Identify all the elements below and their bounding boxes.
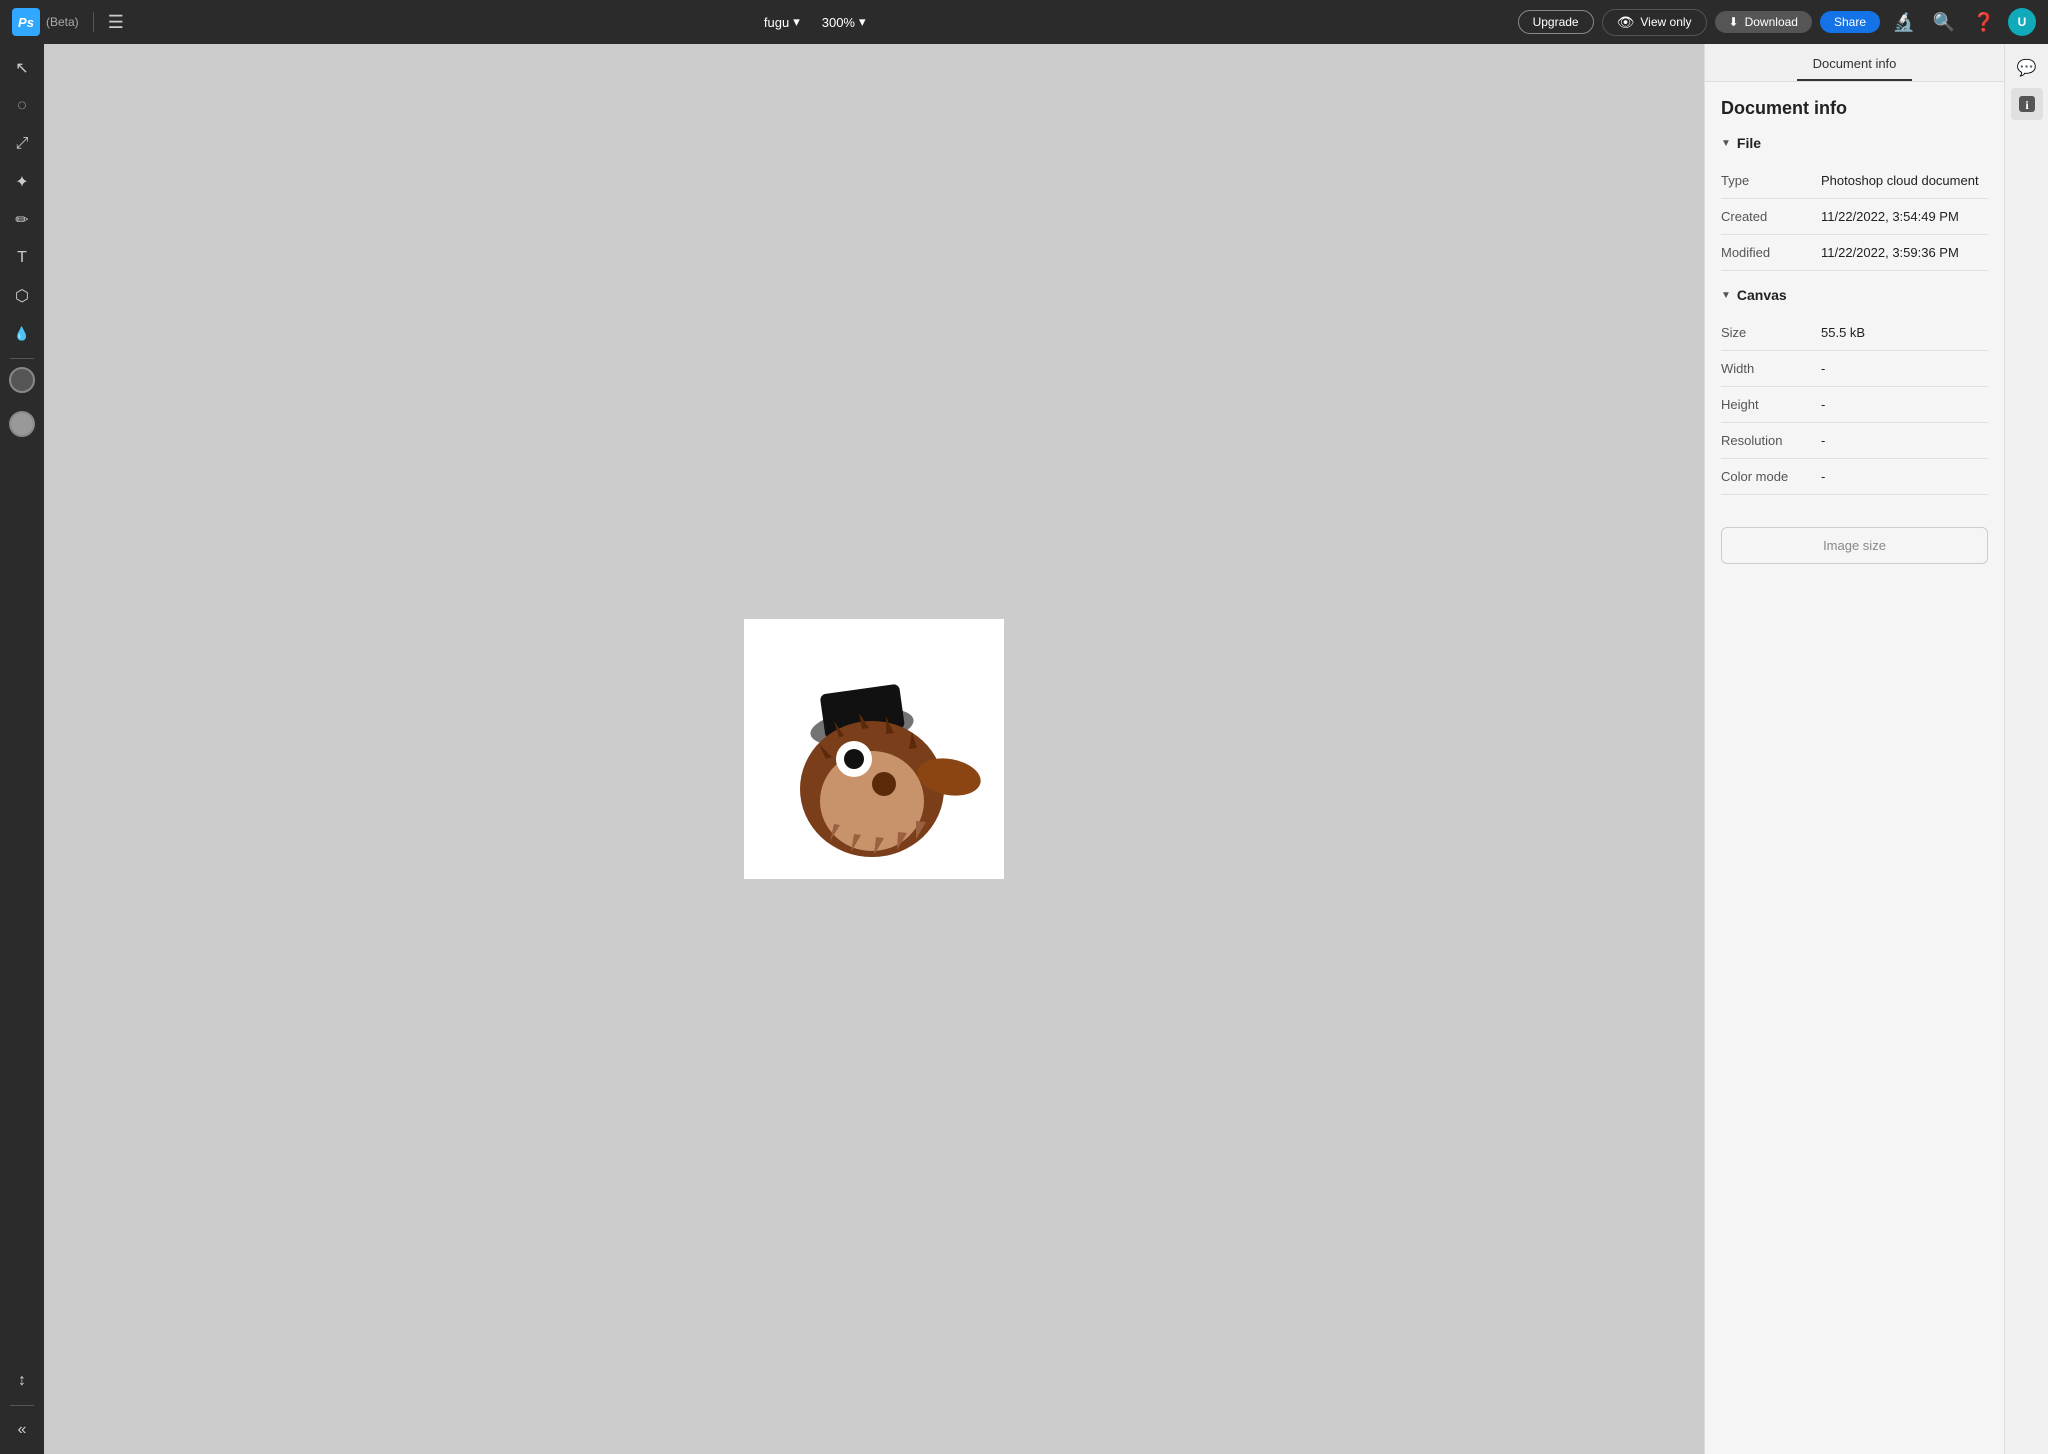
beta-label: (Beta) — [46, 15, 79, 29]
created-value: 11/22/2022, 3:54:49 PM — [1821, 209, 1988, 224]
info-panel-button[interactable]: i — [2011, 88, 2043, 120]
far-right-panel: 💬 i — [2004, 44, 2048, 1454]
color-mode-row: Color mode - — [1721, 459, 1988, 495]
canvas-section-header[interactable]: ▼ Canvas — [1721, 287, 1988, 303]
panel-content: Document info ▼ File Type Photoshop clou… — [1705, 82, 2004, 1454]
size-label: Size — [1721, 325, 1821, 340]
modified-row: Modified 11/22/2022, 3:59:36 PM — [1721, 235, 1988, 271]
fugu-artwork — [754, 629, 994, 869]
lasso-tool-button[interactable]: ◌ — [6, 90, 38, 122]
created-row: Created 11/22/2022, 3:54:49 PM — [1721, 199, 1988, 235]
foreground-color-swatch[interactable] — [9, 367, 35, 393]
type-label: Type — [1721, 173, 1821, 188]
download-icon: ⬇ — [1729, 15, 1739, 29]
size-row: Size 55.5 kB — [1721, 315, 1988, 351]
resolution-row: Resolution - — [1721, 423, 1988, 459]
notifications-button[interactable]: 🔬 — [1888, 6, 1920, 38]
width-value: - — [1821, 361, 1988, 376]
color-mode-label: Color mode — [1721, 469, 1821, 484]
zoom-level-button[interactable]: 300% — [822, 14, 866, 30]
width-row: Width - — [1721, 351, 1988, 387]
help-button[interactable]: ❓ — [1968, 6, 2000, 38]
panel-tabs: Document info — [1705, 44, 2004, 82]
resolution-value: - — [1821, 433, 1988, 448]
panel-title: Document info — [1721, 98, 1988, 119]
file-section-label: File — [1737, 135, 1761, 151]
header-divider-1 — [93, 12, 94, 32]
zoom-level-text: 300% — [822, 15, 855, 30]
heal-tool-button[interactable]: ✦ — [6, 166, 38, 198]
file-name-text: fugu — [764, 15, 789, 30]
download-label: Download — [1745, 15, 1798, 29]
size-value: 55.5 kB — [1821, 325, 1988, 340]
panel-tab-docinfo[interactable]: Document info — [1797, 48, 1913, 81]
header: Ps (Beta) ☰ fugu 300% Upgrade View only … — [0, 0, 2048, 44]
type-row: Type Photoshop cloud document — [1721, 163, 1988, 199]
resolution-label: Resolution — [1721, 433, 1821, 448]
height-row: Height - — [1721, 387, 1988, 423]
download-button[interactable]: ⬇ Download — [1715, 11, 1812, 33]
toolbar-separator-2 — [10, 1405, 34, 1406]
scroll-tool-button[interactable]: ↕ — [6, 1365, 38, 1397]
modified-label: Modified — [1721, 245, 1821, 260]
info-icon: i — [2018, 95, 2036, 113]
ps-logo-icon: Ps — [12, 8, 40, 36]
canvas-section-label: Canvas — [1737, 287, 1787, 303]
collapse-toolbar-button[interactable]: « — [6, 1414, 38, 1446]
canvas-area[interactable] — [44, 44, 1704, 1454]
shape-tool-button[interactable]: ⬡ — [6, 280, 38, 312]
header-right-controls: Upgrade View only ⬇ Download Share 🔬 🔍 ❓… — [1518, 6, 2036, 38]
main-area: ↖ ◌ ⤢ ✦ ✏ T ⬡ 💧 ↕ « — [0, 44, 2048, 1454]
view-only-label: View only — [1640, 15, 1691, 29]
created-label: Created — [1721, 209, 1821, 224]
height-label: Height — [1721, 397, 1821, 412]
type-value: Photoshop cloud document — [1821, 173, 1988, 188]
left-toolbar: ↖ ◌ ⤢ ✦ ✏ T ⬡ 💧 ↕ « — [0, 44, 44, 1454]
type-tool-button[interactable]: T — [6, 242, 38, 274]
file-section-header[interactable]: ▼ File — [1721, 135, 1988, 151]
share-button[interactable]: Share — [1820, 11, 1880, 33]
file-section-chevron-icon: ▼ — [1721, 138, 1731, 149]
view-only-button[interactable]: View only — [1602, 9, 1707, 36]
file-section: ▼ File Type Photoshop cloud document Cre… — [1721, 135, 1988, 271]
canvas-section-chevron-icon: ▼ — [1721, 290, 1731, 301]
toolbar-separator — [10, 358, 34, 359]
color-mode-value: - — [1821, 469, 1988, 484]
brush-tool-button[interactable]: ✏ — [6, 204, 38, 236]
select-tool-button[interactable]: ↖ — [6, 52, 38, 84]
user-avatar[interactable]: U — [2008, 8, 2036, 36]
width-label: Width — [1721, 361, 1821, 376]
background-color-swatch[interactable] — [9, 411, 35, 437]
height-value: - — [1821, 397, 1988, 412]
canvas-section: ▼ Canvas Size 55.5 kB Width - Height - R… — [1721, 287, 1988, 495]
canvas-document — [744, 619, 1004, 879]
comments-panel-button[interactable]: 💬 — [2011, 52, 2043, 84]
upgrade-button[interactable]: Upgrade — [1518, 10, 1594, 34]
zoom-chevron-icon — [859, 14, 866, 30]
transform-tool-button[interactable]: ⤢ — [6, 128, 38, 160]
file-name-button[interactable]: fugu — [764, 14, 800, 30]
file-name-chevron-icon — [793, 14, 800, 30]
hamburger-menu-button[interactable]: ☰ — [108, 12, 124, 33]
search-button[interactable]: 🔍 — [1928, 6, 1960, 38]
eyedropper-tool-button[interactable]: 💧 — [6, 318, 38, 350]
eye-icon — [1617, 14, 1635, 31]
right-panel: Document info Document info ▼ File Type … — [1704, 44, 2004, 1454]
image-size-button[interactable]: Image size — [1721, 527, 1988, 564]
modified-value: 11/22/2022, 3:59:36 PM — [1821, 245, 1988, 260]
app-logo: Ps (Beta) — [12, 8, 79, 36]
